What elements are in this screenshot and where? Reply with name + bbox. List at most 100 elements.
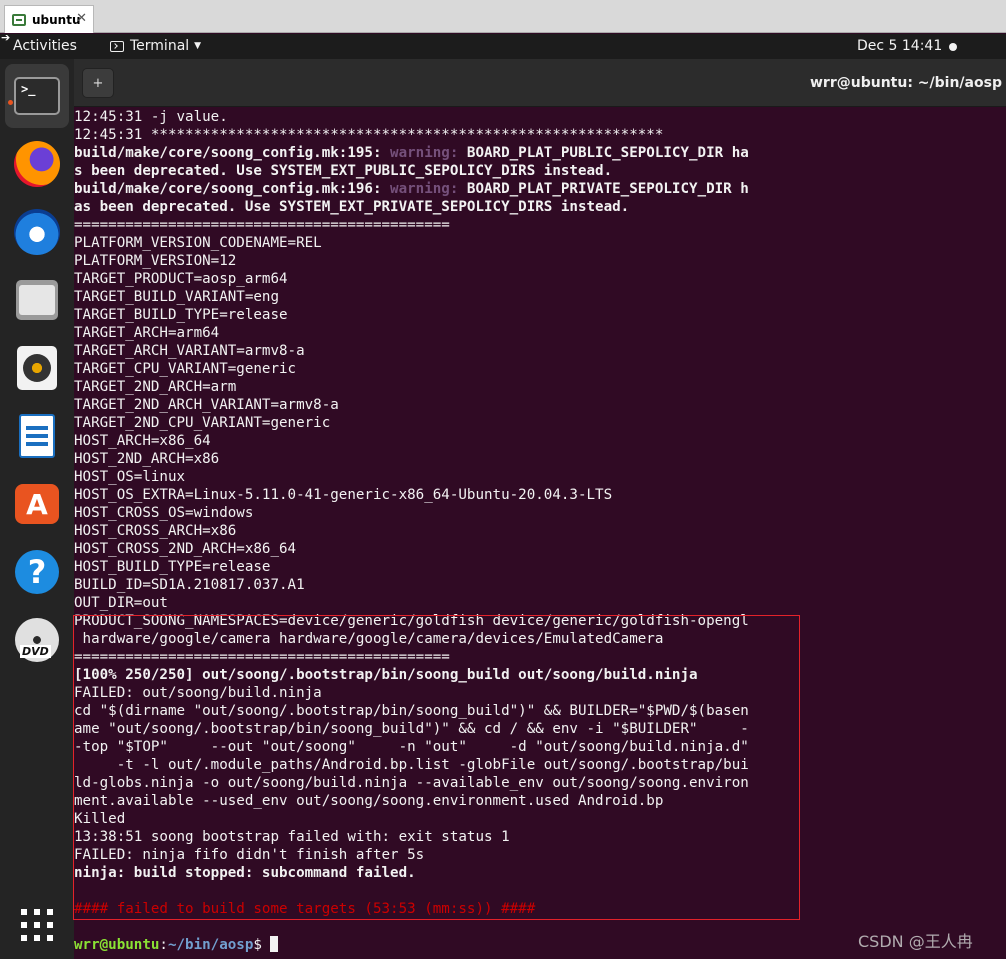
terminal-line: HOST_2ND_ARCH=x86 — [74, 450, 1006, 468]
terminal-line: TARGET_PRODUCT=aosp_arm64 — [74, 270, 1006, 288]
terminal-line: TARGET_ARCH=arm64 — [74, 324, 1006, 342]
close-icon[interactable]: ✕ — [76, 11, 87, 26]
window-title: wrr@ubuntu: ~/bin/aosp — [810, 75, 1002, 91]
terminal-text-segment: 12:45:31 *******************************… — [74, 127, 664, 143]
terminal-line: TARGET_2ND_ARCH_VARIANT=armv8-a — [74, 396, 1006, 414]
libreoffice-writer-icon — [19, 414, 55, 458]
terminal-line: HOST_ARCH=x86_64 — [74, 432, 1006, 450]
mouse-cursor-icon: ➔ — [1, 31, 11, 44]
terminal-text-segment: FAILED: ninja fifo didn't finish after 5… — [74, 847, 425, 863]
dock-dvd[interactable]: DVD — [5, 608, 69, 672]
terminal-text-segment: TARGET_PRODUCT=aosp_arm64 — [74, 271, 288, 287]
terminal-line: ame "out/soong/.bootstrap/bin/soong_buil… — [74, 720, 1006, 738]
terminal-line: build/make/core/soong_config.mk:195: war… — [74, 144, 1006, 162]
terminal-line: -top "$TOP" --out "out/soong" -n "out" -… — [74, 738, 1006, 756]
dock: >_ A ? DVD — [0, 59, 74, 959]
ubuntu-software-icon: A — [15, 484, 59, 524]
terminal-text-segment: cd "$(dirname "out/soong/.bootstrap/bin/… — [74, 703, 749, 719]
dock-software[interactable]: A — [5, 472, 69, 536]
files-icon — [16, 280, 58, 320]
app-menu-label: Terminal — [130, 38, 190, 54]
terminal-line: TARGET_ARCH_VARIANT=armv8-a — [74, 342, 1006, 360]
dock-terminal[interactable]: >_ — [5, 64, 69, 128]
app-grid-icon — [21, 909, 53, 941]
terminal-line: HOST_CROSS_2ND_ARCH=x86_64 — [74, 540, 1006, 558]
prompt-path: ~/bin/aosp — [167, 937, 254, 953]
terminal-app-icon: >_ — [14, 77, 60, 115]
terminal-line: 12:45:31 *******************************… — [74, 126, 1006, 144]
terminal-line: 12:45:31 -j value. — [74, 108, 1006, 126]
terminal-line: TARGET_BUILD_VARIANT=eng — [74, 288, 1006, 306]
terminal-text-segment: HOST_OS=linux — [74, 469, 186, 485]
dock-firefox[interactable] — [5, 132, 69, 196]
terminal-text-segment: HOST_CROSS_ARCH=x86 — [74, 523, 237, 539]
terminal-line: cd "$(dirname "out/soong/.bootstrap/bin/… — [74, 702, 1006, 720]
terminal-line: build/make/core/soong_config.mk:196: war… — [74, 180, 1006, 198]
terminal-text-segment: HOST_ARCH=x86_64 — [74, 433, 211, 449]
terminal-line: FAILED: out/soong/build.ninja — [74, 684, 1006, 702]
terminal-line: HOST_BUILD_TYPE=release — [74, 558, 1006, 576]
new-tab-button[interactable]: + — [82, 68, 114, 98]
terminal-header-bar: + wrr@ubuntu: ~/bin/aosp — [74, 59, 1006, 107]
terminal-text-segment: TARGET_CPU_VARIANT=generic — [74, 361, 297, 377]
notification-dot-icon[interactable] — [949, 43, 957, 51]
terminal-line: TARGET_2ND_ARCH=arm — [74, 378, 1006, 396]
terminal-text-segment: s been deprecated. Use SYSTEM_EXT_PUBLIC… — [74, 163, 613, 179]
terminal-text-segment: TARGET_2ND_CPU_VARIANT=generic — [74, 415, 331, 431]
firefox-icon — [14, 141, 60, 187]
dvd-label: DVD — [20, 645, 51, 658]
terminal-text-segment: TARGET_ARCH_VARIANT=armv8-a — [74, 343, 305, 359]
terminal-text-segment: HOST_OS_EXTRA=Linux-5.11.0-41-generic-x8… — [74, 487, 613, 503]
new-tab-icon: + — [92, 75, 104, 91]
vm-tab-label: ubuntu — [32, 12, 81, 27]
terminal-text-segment: warning: — [390, 181, 459, 197]
terminal-line: PLATFORM_VERSION=12 — [74, 252, 1006, 270]
terminal-line: ment.available --used_env out/soong/soon… — [74, 792, 1006, 810]
dock-rhythmbox[interactable] — [5, 336, 69, 400]
gnome-top-bar: Activities Terminal ▼ Dec 5 14:41 — [0, 34, 1006, 59]
clock[interactable]: Dec 5 14:41 — [857, 38, 942, 54]
terminal-text-segment: TARGET_2ND_ARCH_VARIANT=armv8-a — [74, 397, 339, 413]
dock-thunderbird[interactable] — [5, 200, 69, 264]
terminal-text-segment: BUILD_ID=SD1A.210817.037.A1 — [74, 577, 305, 593]
terminal-text-segment: TARGET_BUILD_TYPE=release — [74, 307, 288, 323]
prompt-symbol: $ — [253, 937, 271, 953]
terminal-line: ld-globs.ninja -o out/soong/build.ninja … — [74, 774, 1006, 792]
dock-show-applications[interactable] — [5, 893, 69, 957]
caret-down-icon: ▼ — [194, 41, 202, 51]
terminal-line: HOST_CROSS_OS=windows — [74, 504, 1006, 522]
dvd-icon: DVD — [15, 618, 59, 662]
terminal-text-segment: hardware/google/camera hardware/google/c… — [74, 631, 664, 647]
terminal-line: -t -l out/.module_paths/Android.bp.list … — [74, 756, 1006, 774]
terminal-line: BUILD_ID=SD1A.210817.037.A1 — [74, 576, 1006, 594]
dock-help[interactable]: ? — [5, 540, 69, 604]
terminal-line: HOST_OS=linux — [74, 468, 1006, 486]
terminal-line: TARGET_CPU_VARIANT=generic — [74, 360, 1006, 378]
activities-button[interactable]: Activities — [13, 38, 77, 54]
terminal-text-segment: BOARD_PLAT_PRIVATE_SEPOLICY_DIR h — [458, 181, 749, 197]
terminal-line: ========================================… — [74, 648, 1006, 666]
terminal-text-segment: OUT_DIR=out — [74, 595, 168, 611]
app-menu-terminal[interactable]: Terminal ▼ — [110, 38, 201, 54]
terminal-text-segment: ninja: build stopped: subcommand failed. — [74, 865, 416, 881]
terminal-line: 13:38:51 soong bootstrap failed with: ex… — [74, 828, 1006, 846]
terminal-text-segment: ========================================… — [74, 649, 450, 665]
vm-tab-bar: ubuntu ✕ — [0, 0, 1006, 33]
terminal-text-segment: -t -l out/.module_paths/Android.bp.list … — [74, 757, 749, 773]
vm-icon — [12, 13, 26, 26]
vm-tab-ubuntu[interactable]: ubuntu ✕ — [4, 5, 94, 33]
terminal-icon — [110, 40, 124, 52]
dock-files[interactable] — [5, 268, 69, 332]
terminal-body[interactable]: 12:45:31 -j value. 12:45:31 *************… — [74, 108, 1006, 959]
terminal-line: Killed — [74, 810, 1006, 828]
terminal-text-segment: HOST_2ND_ARCH=x86 — [74, 451, 220, 467]
terminal-text-segment: ld-globs.ninja -o out/soong/build.ninja … — [74, 775, 749, 791]
terminal-line: PLATFORM_VERSION_CODENAME=REL — [74, 234, 1006, 252]
terminal-line: HOST_OS_EXTRA=Linux-5.11.0-41-generic-x8… — [74, 486, 1006, 504]
terminal-line: ========================================… — [74, 216, 1006, 234]
prompt-user-host: wrr@ubuntu — [74, 937, 160, 953]
terminal-text-segment: FAILED: out/soong/build.ninja — [74, 685, 322, 701]
rhythmbox-icon — [17, 346, 57, 390]
dock-writer[interactable] — [5, 404, 69, 468]
